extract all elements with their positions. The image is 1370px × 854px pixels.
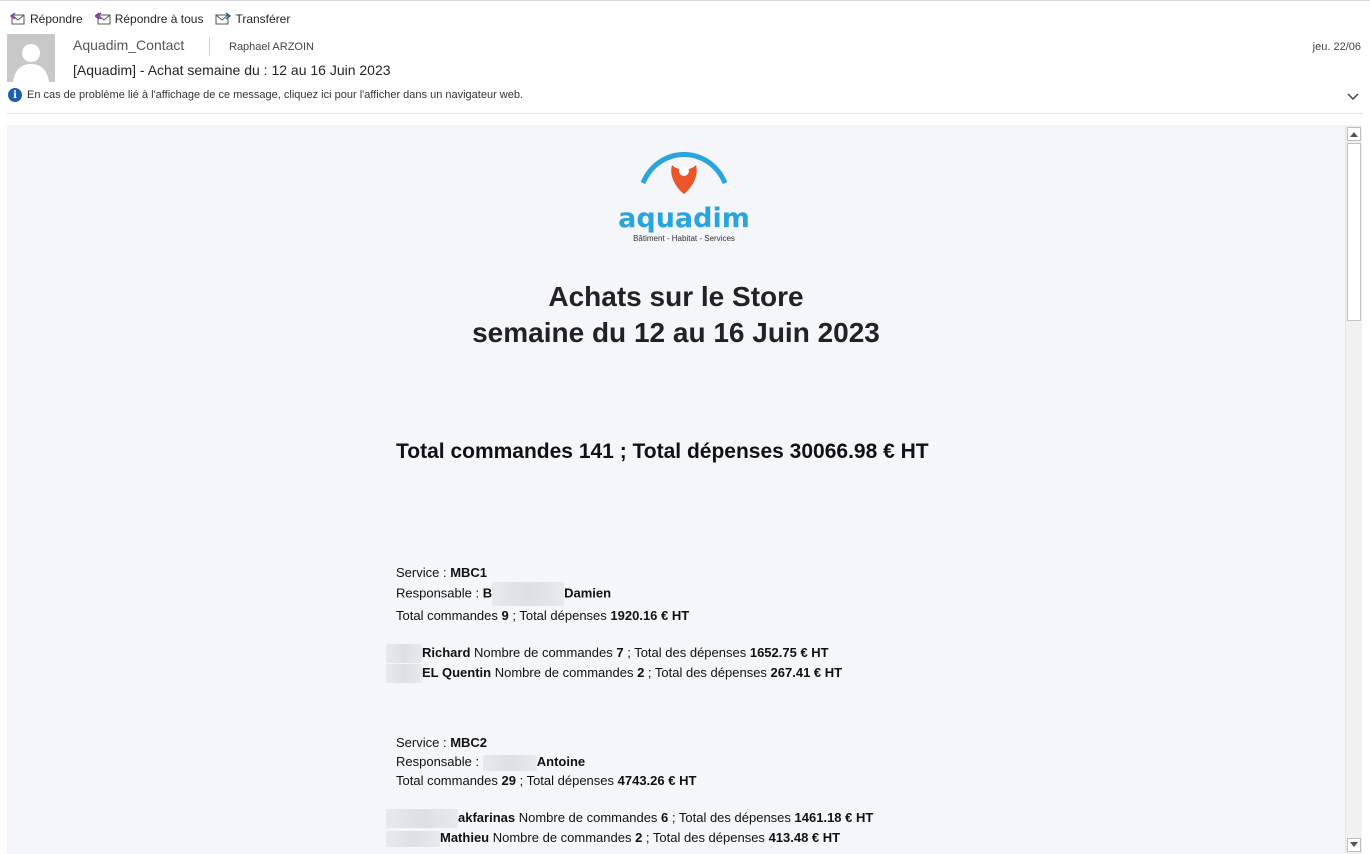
service-line: Service : MBC2 — [396, 733, 873, 752]
email-title-line1: Achats sur le Store — [548, 281, 804, 312]
forward-button[interactable]: Transférer — [215, 12, 290, 26]
total-orders-label: Total commandes — [396, 608, 502, 623]
global-totals: Total commandes 141 ; Total dépenses 300… — [396, 440, 929, 463]
info-icon: i — [8, 88, 22, 102]
message-body: aquadim Bâtiment - Habitat - Services Ac… — [7, 125, 1345, 854]
orders-label: Nombre de commandes — [491, 665, 638, 681]
reply-label: Répondre — [30, 12, 83, 26]
responsible-label: Responsable : — [396, 754, 483, 769]
employee-name: Richard — [422, 645, 471, 660]
redacted-block — [386, 809, 458, 829]
scroll-down-button[interactable] — [1347, 838, 1361, 852]
logo-wordmark: aquadim — [619, 203, 749, 234]
responsible-line: Responsable : B Damien — [396, 582, 842, 606]
responsible-line: Responsable : Antoine — [396, 752, 873, 771]
total-orders-value: 9 — [501, 608, 509, 623]
service-totals: Total commandes 29 ; Total dépenses 4743… — [396, 771, 873, 790]
employee-row: Mathieu Nombre de commandes 2 ; Total de… — [386, 828, 873, 847]
email-title-line2: semaine du 12 au 16 Juin 2023 — [472, 317, 880, 348]
spend-label: ; Total des dépenses — [644, 665, 771, 681]
orders-label: Nombre de commandes — [489, 830, 636, 846]
service-label: Service : — [396, 735, 451, 750]
employee-name: EL Quentin — [422, 665, 492, 681]
service-block: Service : MBC2 Responsable : Antoine Tot… — [386, 733, 874, 847]
redacted-block — [386, 830, 440, 847]
employee-row: Richard Nombre de commandes 7 ; Total de… — [386, 643, 842, 664]
message-date: jeu. 22/06 — [1312, 41, 1361, 53]
reply-button[interactable]: Répondre — [10, 12, 83, 26]
spend-value: 267.41 € HT — [770, 665, 843, 681]
orders-label: Nombre de commandes — [470, 645, 617, 660]
arrow-up-icon — [1350, 132, 1358, 137]
scroll-up-button[interactable] — [1347, 127, 1361, 141]
responsible-name: Damien — [564, 585, 612, 601]
redacted-block — [492, 582, 565, 606]
total-spend-label: ; Total dépenses — [508, 608, 611, 623]
service-name: MBC2 — [450, 735, 488, 750]
person-icon — [7, 34, 55, 82]
chevron-down-icon[interactable] — [1346, 92, 1360, 102]
spend-label: ; Total des dépenses — [642, 830, 769, 846]
employee-list: akfarinas Nombre de commandes 6 ; Total … — [386, 808, 874, 847]
reply-all-button[interactable]: Répondre à tous — [94, 12, 204, 26]
orders-label: Nombre de commandes — [515, 810, 662, 825]
scroll-thumb[interactable] — [1347, 143, 1361, 321]
responsible-prefix: B — [482, 585, 493, 601]
top-border — [0, 0, 1370, 1]
reply-icon — [10, 12, 25, 25]
employee-row: akfarinas Nombre de commandes 6 ; Total … — [386, 808, 874, 829]
orders-value: 7 — [616, 645, 624, 660]
employee-name: Mathieu — [440, 830, 490, 846]
spend-value: 413.48 € HT — [768, 830, 841, 846]
header-divider — [7, 113, 1363, 114]
header-separator — [209, 37, 210, 55]
redacted-block — [482, 754, 537, 771]
total-spend-value: 1920.16 € HT — [610, 608, 690, 623]
arrow-down-icon — [1350, 842, 1358, 847]
spend-value: 1461.18 € HT — [794, 810, 874, 825]
logo-tagline: Bâtiment - Habitat - Services — [633, 234, 735, 243]
sender-name[interactable]: Aquadim_Contact — [73, 37, 184, 53]
display-problem-text: En cas de problème lié à l'affichage de … — [27, 89, 524, 101]
service-line: Service : MBC1 — [396, 563, 842, 582]
vertical-scrollbar[interactable] — [1345, 125, 1362, 854]
employee-name: akfarinas — [458, 810, 516, 825]
reply-all-label: Répondre à tous — [114, 12, 204, 26]
total-spend-label: ; Total dépenses — [515, 773, 618, 788]
spend-label: ; Total des dépenses — [623, 645, 750, 660]
spend-value: 1652.75 € HT — [749, 645, 829, 660]
service-name: MBC1 — [450, 565, 488, 580]
reply-all-icon — [94, 12, 111, 25]
message-actions: Répondre Répondre à tous Transférer — [10, 12, 290, 26]
forward-label: Transférer — [235, 12, 291, 26]
forward-icon — [215, 12, 232, 25]
employee-list: Richard Nombre de commandes 7 ; Total de… — [386, 643, 843, 684]
aquadim-logo: aquadim Bâtiment - Habitat - Services — [618, 147, 750, 247]
spend-label: ; Total des dépenses — [668, 810, 795, 825]
total-spend-value: 4743.26 € HT — [617, 773, 697, 788]
employee-row: EL Quentin Nombre de commandes 2 ; Total… — [386, 663, 843, 684]
service-label: Service : — [396, 565, 451, 580]
total-orders-value: 29 — [501, 773, 516, 788]
avatar[interactable] — [7, 34, 55, 82]
total-orders-label: Total commandes — [396, 773, 502, 788]
service-block: Service : MBC1 Responsable : B Damien Tot… — [386, 563, 843, 684]
recipient-name[interactable]: Raphael ARZOIN — [229, 41, 314, 53]
service-totals: Total commandes 9 ; Total dépenses 1920.… — [396, 606, 842, 625]
message-subject: [Aquadim] - Achat semaine du : 12 au 16 … — [73, 62, 391, 78]
display-problem-banner[interactable]: i En cas de problème lié à l'affichage d… — [8, 88, 523, 102]
redacted-block — [386, 664, 422, 684]
responsible-name: Antoine — [536, 754, 586, 769]
redacted-block — [386, 644, 422, 664]
responsible-label: Responsable : — [396, 585, 483, 601]
